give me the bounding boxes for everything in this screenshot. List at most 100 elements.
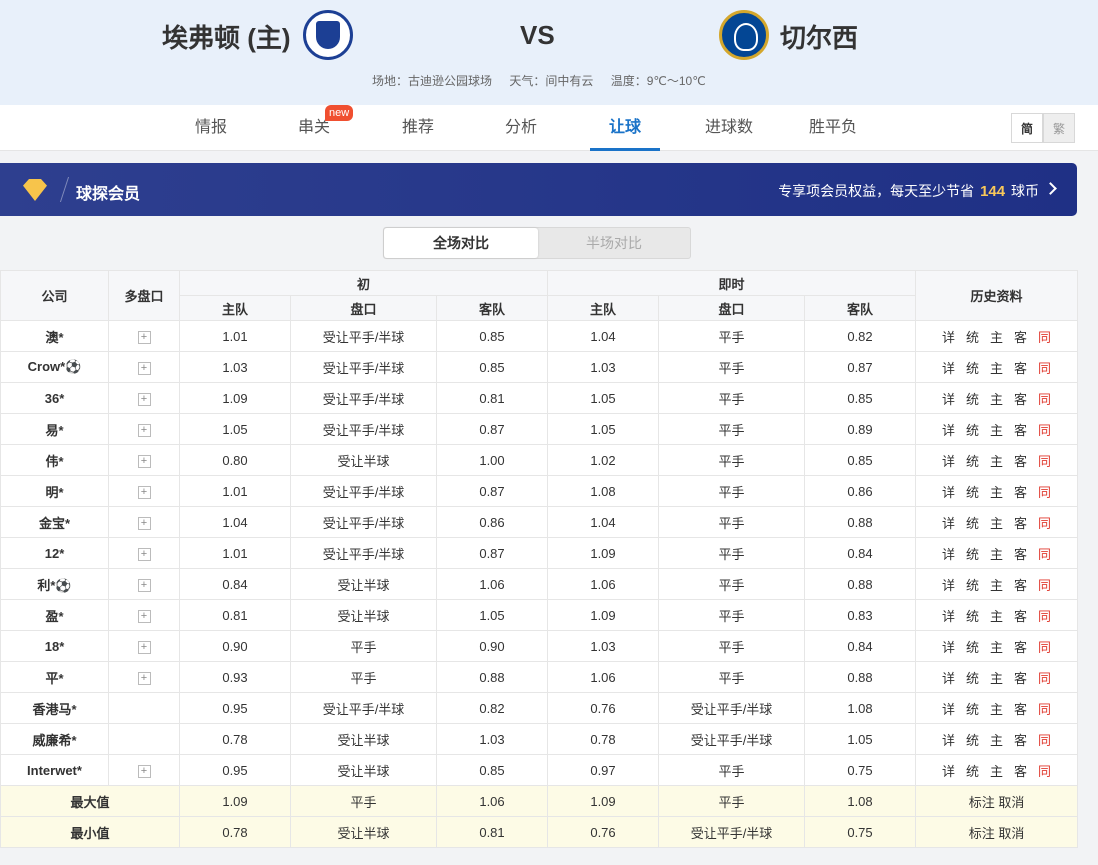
history-detail-link[interactable]: 详 xyxy=(937,637,961,656)
history-same-link[interactable]: 同 xyxy=(1033,730,1057,749)
history-same-link[interactable]: 同 xyxy=(1033,761,1057,780)
history-away-link[interactable]: 客 xyxy=(1009,482,1033,501)
history-same-link[interactable]: 同 xyxy=(1033,668,1057,687)
company-name[interactable]: 澳* xyxy=(0,320,109,352)
expand-plus-icon[interactable]: + xyxy=(137,547,151,561)
history-stats-link[interactable]: 统 xyxy=(961,606,985,625)
history-stats-link[interactable]: 统 xyxy=(961,730,985,749)
history-away-link[interactable]: 客 xyxy=(1009,451,1033,470)
history-stats-link[interactable]: 统 xyxy=(961,420,985,439)
history-home-link[interactable]: 主 xyxy=(985,575,1009,594)
history-stats-link[interactable]: 统 xyxy=(961,358,985,377)
history-stats-link[interactable]: 统 xyxy=(961,699,985,718)
history-same-link[interactable]: 同 xyxy=(1033,451,1057,470)
history-home-link[interactable]: 主 xyxy=(985,451,1009,470)
history-same-link[interactable]: 同 xyxy=(1033,544,1057,563)
history-away-link[interactable]: 客 xyxy=(1009,420,1033,439)
simplified-chinese-button[interactable]: 简 xyxy=(1011,113,1043,143)
company-name[interactable]: 伟* xyxy=(0,444,109,476)
history-stats-link[interactable]: 统 xyxy=(961,544,985,563)
expand-plus-icon[interactable]: + xyxy=(137,485,151,499)
history-stats-link[interactable]: 统 xyxy=(961,327,985,346)
chevron-right-icon[interactable] xyxy=(1044,182,1057,195)
history-detail-link[interactable]: 详 xyxy=(937,389,961,408)
expand-plus-icon[interactable]: + xyxy=(137,392,151,406)
company-name[interactable]: 盈* xyxy=(0,599,109,631)
history-same-link[interactable]: 同 xyxy=(1033,482,1057,501)
company-name[interactable]: 明* xyxy=(0,475,109,507)
history-same-link[interactable]: 同 xyxy=(1033,637,1057,656)
mark-link[interactable]: 标注 xyxy=(969,826,995,841)
company-name[interactable]: 18* xyxy=(0,630,109,662)
company-name[interactable]: 香港马* xyxy=(0,692,109,724)
history-away-link[interactable]: 客 xyxy=(1009,606,1033,625)
history-detail-link[interactable]: 详 xyxy=(937,668,961,687)
history-away-link[interactable]: 客 xyxy=(1009,699,1033,718)
history-home-link[interactable]: 主 xyxy=(985,358,1009,377)
history-detail-link[interactable]: 详 xyxy=(937,575,961,594)
history-away-link[interactable]: 客 xyxy=(1009,389,1033,408)
history-stats-link[interactable]: 统 xyxy=(961,761,985,780)
expand-plus-icon[interactable]: + xyxy=(137,764,151,778)
company-name[interactable]: Interwet* xyxy=(0,754,109,786)
expand-plus-icon[interactable]: + xyxy=(137,640,151,654)
history-detail-link[interactable]: 详 xyxy=(937,606,961,625)
history-detail-link[interactable]: 详 xyxy=(937,761,961,780)
history-detail-link[interactable]: 详 xyxy=(937,482,961,501)
tab-handicap[interactable]: 让球 xyxy=(590,105,660,151)
history-detail-link[interactable]: 详 xyxy=(937,358,961,377)
history-home-link[interactable]: 主 xyxy=(985,606,1009,625)
expand-plus-icon[interactable]: + xyxy=(137,330,151,344)
history-home-link[interactable]: 主 xyxy=(985,513,1009,532)
mark-link[interactable]: 标注 xyxy=(969,795,995,810)
history-detail-link[interactable]: 详 xyxy=(937,451,961,470)
expand-plus-icon[interactable]: + xyxy=(137,671,151,685)
history-stats-link[interactable]: 统 xyxy=(961,637,985,656)
history-detail-link[interactable]: 详 xyxy=(937,513,961,532)
full-match-compare-button[interactable]: 全场对比 xyxy=(384,228,538,258)
history-home-link[interactable]: 主 xyxy=(985,637,1009,656)
history-stats-link[interactable]: 统 xyxy=(961,513,985,532)
history-home-link[interactable]: 主 xyxy=(985,668,1009,687)
company-name[interactable]: Crow*⚽ xyxy=(0,351,109,383)
history-same-link[interactable]: 同 xyxy=(1033,513,1057,532)
history-same-link[interactable]: 同 xyxy=(1033,575,1057,594)
history-stats-link[interactable]: 统 xyxy=(961,668,985,687)
tab-analysis[interactable]: 分析 xyxy=(500,105,542,151)
history-stats-link[interactable]: 统 xyxy=(961,482,985,501)
history-detail-link[interactable]: 详 xyxy=(937,420,961,439)
tab-win-draw-lose[interactable]: 胜平负 xyxy=(804,105,862,151)
history-stats-link[interactable]: 统 xyxy=(961,575,985,594)
company-name[interactable]: 易* xyxy=(0,413,109,445)
half-match-compare-button[interactable]: 半场对比 xyxy=(538,228,690,258)
expand-plus-icon[interactable]: + xyxy=(137,516,151,530)
history-home-link[interactable]: 主 xyxy=(985,389,1009,408)
history-home-link[interactable]: 主 xyxy=(985,327,1009,346)
history-same-link[interactable]: 同 xyxy=(1033,699,1057,718)
history-stats-link[interactable]: 统 xyxy=(961,389,985,408)
history-home-link[interactable]: 主 xyxy=(985,730,1009,749)
company-name[interactable]: 36* xyxy=(0,382,109,414)
history-detail-link[interactable]: 详 xyxy=(937,327,961,346)
away-team-name[interactable]: 切尔西 xyxy=(780,18,858,55)
expand-plus-icon[interactable]: + xyxy=(137,609,151,623)
history-same-link[interactable]: 同 xyxy=(1033,358,1057,377)
history-same-link[interactable]: 同 xyxy=(1033,420,1057,439)
history-away-link[interactable]: 客 xyxy=(1009,637,1033,656)
history-home-link[interactable]: 主 xyxy=(985,482,1009,501)
cancel-link[interactable]: 取消 xyxy=(998,826,1024,841)
history-away-link[interactable]: 客 xyxy=(1009,575,1033,594)
home-team-name[interactable]: 埃弗顿 (主) xyxy=(162,18,291,55)
tab-recommend[interactable]: 推荐 xyxy=(397,105,439,151)
company-name[interactable]: 利*⚽ xyxy=(0,568,109,600)
history-away-link[interactable]: 客 xyxy=(1009,358,1033,377)
expand-plus-icon[interactable]: + xyxy=(137,578,151,592)
history-away-link[interactable]: 客 xyxy=(1009,327,1033,346)
history-away-link[interactable]: 客 xyxy=(1009,544,1033,563)
cancel-link[interactable]: 取消 xyxy=(998,795,1024,810)
history-detail-link[interactable]: 详 xyxy=(937,730,961,749)
history-home-link[interactable]: 主 xyxy=(985,761,1009,780)
history-detail-link[interactable]: 详 xyxy=(937,699,961,718)
traditional-chinese-button[interactable]: 繁 xyxy=(1043,113,1075,143)
company-name[interactable]: 平* xyxy=(0,661,109,693)
